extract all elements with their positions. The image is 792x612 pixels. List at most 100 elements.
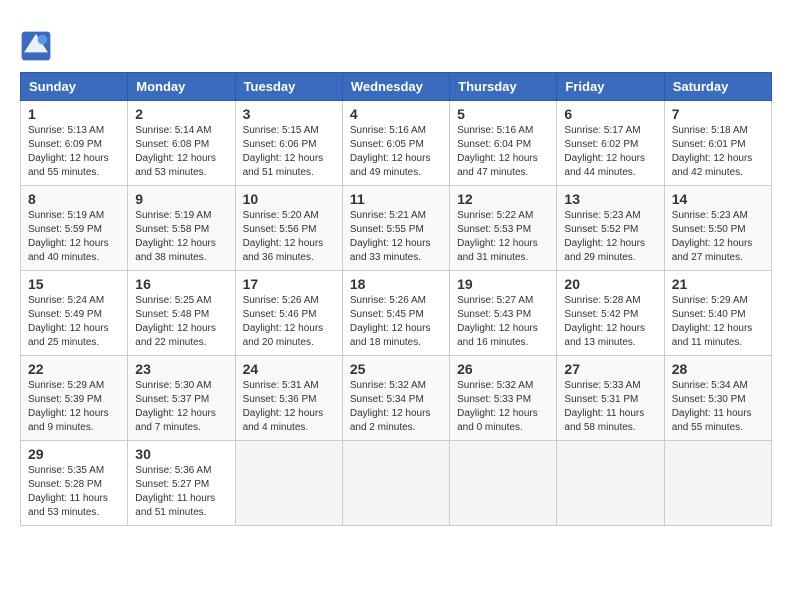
day-info: Sunrise: 5:29 AM Sunset: 5:39 PM Dayligh… <box>28 379 120 435</box>
calendar-cell: 28 Sunrise: 5:34 AM Sunset: 5:30 PM Dayli… <box>664 356 771 441</box>
calendar-cell: 26 Sunrise: 5:32 AM Sunset: 5:33 PM Dayli… <box>450 356 557 441</box>
calendar-cell: 17Sunrise: 5:26 AM Sunset: 5:46 PM Dayli… <box>235 271 342 356</box>
day-info: Sunrise: 5:32 AM Sunset: 5:34 PM Dayligh… <box>350 379 442 435</box>
day-number: 14 <box>672 191 764 207</box>
day-number: 10 <box>243 191 335 207</box>
logo-icon <box>20 30 52 62</box>
day-number: 5 <box>457 106 549 122</box>
calendar-week-4: 29 Sunrise: 5:35 AM Sunset: 5:28 PM Dayli… <box>21 441 772 526</box>
weekday-header-saturday: Saturday <box>664 73 771 101</box>
day-number: 16 <box>135 276 227 292</box>
day-number: 26 <box>457 361 549 377</box>
day-info: Sunrise: 5:15 AM Sunset: 6:06 PM Dayligh… <box>243 124 335 180</box>
calendar-cell: 13 Sunrise: 5:23 AM Sunset: 5:52 PM Dayli… <box>557 186 664 271</box>
day-info: Sunrise: 5:36 AM Sunset: 5:27 PM Dayligh… <box>135 464 227 520</box>
day-info: Sunrise: 5:14 AM Sunset: 6:08 PM Dayligh… <box>135 124 227 180</box>
day-number: 24 <box>243 361 335 377</box>
weekday-header-friday: Friday <box>557 73 664 101</box>
calendar-week-2: 15Sunrise: 5:24 AM Sunset: 5:49 PM Dayli… <box>21 271 772 356</box>
day-number: 29 <box>28 446 120 462</box>
day-info: Sunrise: 5:20 AM Sunset: 5:56 PM Dayligh… <box>243 209 335 265</box>
day-info: Sunrise: 5:24 AM Sunset: 5:49 PM Dayligh… <box>28 294 120 350</box>
calendar-cell: 19 Sunrise: 5:27 AM Sunset: 5:43 PM Dayli… <box>450 271 557 356</box>
day-info: Sunrise: 5:34 AM Sunset: 5:30 PM Dayligh… <box>672 379 764 435</box>
calendar-cell: 20Sunrise: 5:28 AM Sunset: 5:42 PM Dayli… <box>557 271 664 356</box>
day-info: Sunrise: 5:32 AM Sunset: 5:33 PM Dayligh… <box>457 379 549 435</box>
day-number: 20 <box>564 276 656 292</box>
day-number: 21 <box>672 276 764 292</box>
day-info: Sunrise: 5:25 AM Sunset: 5:48 PM Dayligh… <box>135 294 227 350</box>
calendar-cell: 24 Sunrise: 5:31 AM Sunset: 5:36 PM Dayli… <box>235 356 342 441</box>
day-info: Sunrise: 5:27 AM Sunset: 5:43 PM Dayligh… <box>457 294 549 350</box>
day-info: Sunrise: 5:26 AM Sunset: 5:45 PM Dayligh… <box>350 294 442 350</box>
day-number: 23 <box>135 361 227 377</box>
day-info: Sunrise: 5:21 AM Sunset: 5:55 PM Dayligh… <box>350 209 442 265</box>
day-info: Sunrise: 5:29 AM Sunset: 5:40 PM Dayligh… <box>672 294 764 350</box>
day-info: Sunrise: 5:30 AM Sunset: 5:37 PM Dayligh… <box>135 379 227 435</box>
day-info: Sunrise: 5:23 AM Sunset: 5:50 PM Dayligh… <box>672 209 764 265</box>
day-info: Sunrise: 5:16 AM Sunset: 6:05 PM Dayligh… <box>350 124 442 180</box>
calendar-cell <box>342 441 449 526</box>
day-info: Sunrise: 5:19 AM Sunset: 5:58 PM Dayligh… <box>135 209 227 265</box>
day-number: 7 <box>672 106 764 122</box>
calendar-week-3: 22 Sunrise: 5:29 AM Sunset: 5:39 PM Dayli… <box>21 356 772 441</box>
calendar-cell: 27 Sunrise: 5:33 AM Sunset: 5:31 PM Dayli… <box>557 356 664 441</box>
day-number: 30 <box>135 446 227 462</box>
day-info: Sunrise: 5:33 AM Sunset: 5:31 PM Dayligh… <box>564 379 656 435</box>
day-info: Sunrise: 5:31 AM Sunset: 5:36 PM Dayligh… <box>243 379 335 435</box>
day-number: 8 <box>28 191 120 207</box>
day-info: Sunrise: 5:17 AM Sunset: 6:02 PM Dayligh… <box>564 124 656 180</box>
calendar-cell: 8 Sunrise: 5:19 AM Sunset: 5:59 PM Daylig… <box>21 186 128 271</box>
calendar-cell: 25 Sunrise: 5:32 AM Sunset: 5:34 PM Dayli… <box>342 356 449 441</box>
calendar-cell <box>235 441 342 526</box>
day-number: 11 <box>350 191 442 207</box>
day-number: 2 <box>135 106 227 122</box>
calendar-cell <box>664 441 771 526</box>
calendar-cell: 29 Sunrise: 5:35 AM Sunset: 5:28 PM Dayli… <box>21 441 128 526</box>
day-info: Sunrise: 5:22 AM Sunset: 5:53 PM Dayligh… <box>457 209 549 265</box>
calendar-cell: 4 Sunrise: 5:16 AM Sunset: 6:05 PM Daylig… <box>342 101 449 186</box>
day-number: 25 <box>350 361 442 377</box>
calendar-table: SundayMondayTuesdayWednesdayThursdayFrid… <box>20 72 772 526</box>
day-info: Sunrise: 5:16 AM Sunset: 6:04 PM Dayligh… <box>457 124 549 180</box>
logo <box>20 30 56 62</box>
day-number: 6 <box>564 106 656 122</box>
calendar-week-1: 8 Sunrise: 5:19 AM Sunset: 5:59 PM Daylig… <box>21 186 772 271</box>
calendar-cell: 7 Sunrise: 5:18 AM Sunset: 6:01 PM Daylig… <box>664 101 771 186</box>
calendar-cell: 9 Sunrise: 5:19 AM Sunset: 5:58 PM Daylig… <box>128 186 235 271</box>
day-number: 27 <box>564 361 656 377</box>
day-info: Sunrise: 5:18 AM Sunset: 6:01 PM Dayligh… <box>672 124 764 180</box>
day-number: 13 <box>564 191 656 207</box>
day-info: Sunrise: 5:13 AM Sunset: 6:09 PM Dayligh… <box>28 124 120 180</box>
calendar-cell: 2 Sunrise: 5:14 AM Sunset: 6:08 PM Daylig… <box>128 101 235 186</box>
calendar-cell: 12 Sunrise: 5:22 AM Sunset: 5:53 PM Dayli… <box>450 186 557 271</box>
weekday-header-monday: Monday <box>128 73 235 101</box>
calendar-cell: 14 Sunrise: 5:23 AM Sunset: 5:50 PM Dayli… <box>664 186 771 271</box>
day-info: Sunrise: 5:23 AM Sunset: 5:52 PM Dayligh… <box>564 209 656 265</box>
calendar-cell: 6 Sunrise: 5:17 AM Sunset: 6:02 PM Daylig… <box>557 101 664 186</box>
calendar-cell: 30 Sunrise: 5:36 AM Sunset: 5:27 PM Dayli… <box>128 441 235 526</box>
calendar-cell: 5 Sunrise: 5:16 AM Sunset: 6:04 PM Daylig… <box>450 101 557 186</box>
calendar-cell: 18 Sunrise: 5:26 AM Sunset: 5:45 PM Dayli… <box>342 271 449 356</box>
weekday-header-tuesday: Tuesday <box>235 73 342 101</box>
calendar-cell <box>557 441 664 526</box>
calendar-cell <box>450 441 557 526</box>
calendar-cell: 10 Sunrise: 5:20 AM Sunset: 5:56 PM Dayli… <box>235 186 342 271</box>
day-number: 3 <box>243 106 335 122</box>
day-number: 1 <box>28 106 120 122</box>
weekday-header-wednesday: Wednesday <box>342 73 449 101</box>
day-number: 28 <box>672 361 764 377</box>
calendar-cell: 23 Sunrise: 5:30 AM Sunset: 5:37 PM Dayli… <box>128 356 235 441</box>
day-number: 12 <box>457 191 549 207</box>
day-number: 19 <box>457 276 549 292</box>
calendar-cell: 1 Sunrise: 5:13 AM Sunset: 6:09 PM Daylig… <box>21 101 128 186</box>
day-info: Sunrise: 5:35 AM Sunset: 5:28 PM Dayligh… <box>28 464 120 520</box>
day-number: 22 <box>28 361 120 377</box>
calendar-cell: 16 Sunrise: 5:25 AM Sunset: 5:48 PM Dayli… <box>128 271 235 356</box>
day-number: 9 <box>135 191 227 207</box>
calendar-week-0: 1 Sunrise: 5:13 AM Sunset: 6:09 PM Daylig… <box>21 101 772 186</box>
calendar-cell: 22 Sunrise: 5:29 AM Sunset: 5:39 PM Dayli… <box>21 356 128 441</box>
day-number: 4 <box>350 106 442 122</box>
day-info: Sunrise: 5:19 AM Sunset: 5:59 PM Dayligh… <box>28 209 120 265</box>
day-number: 18 <box>350 276 442 292</box>
